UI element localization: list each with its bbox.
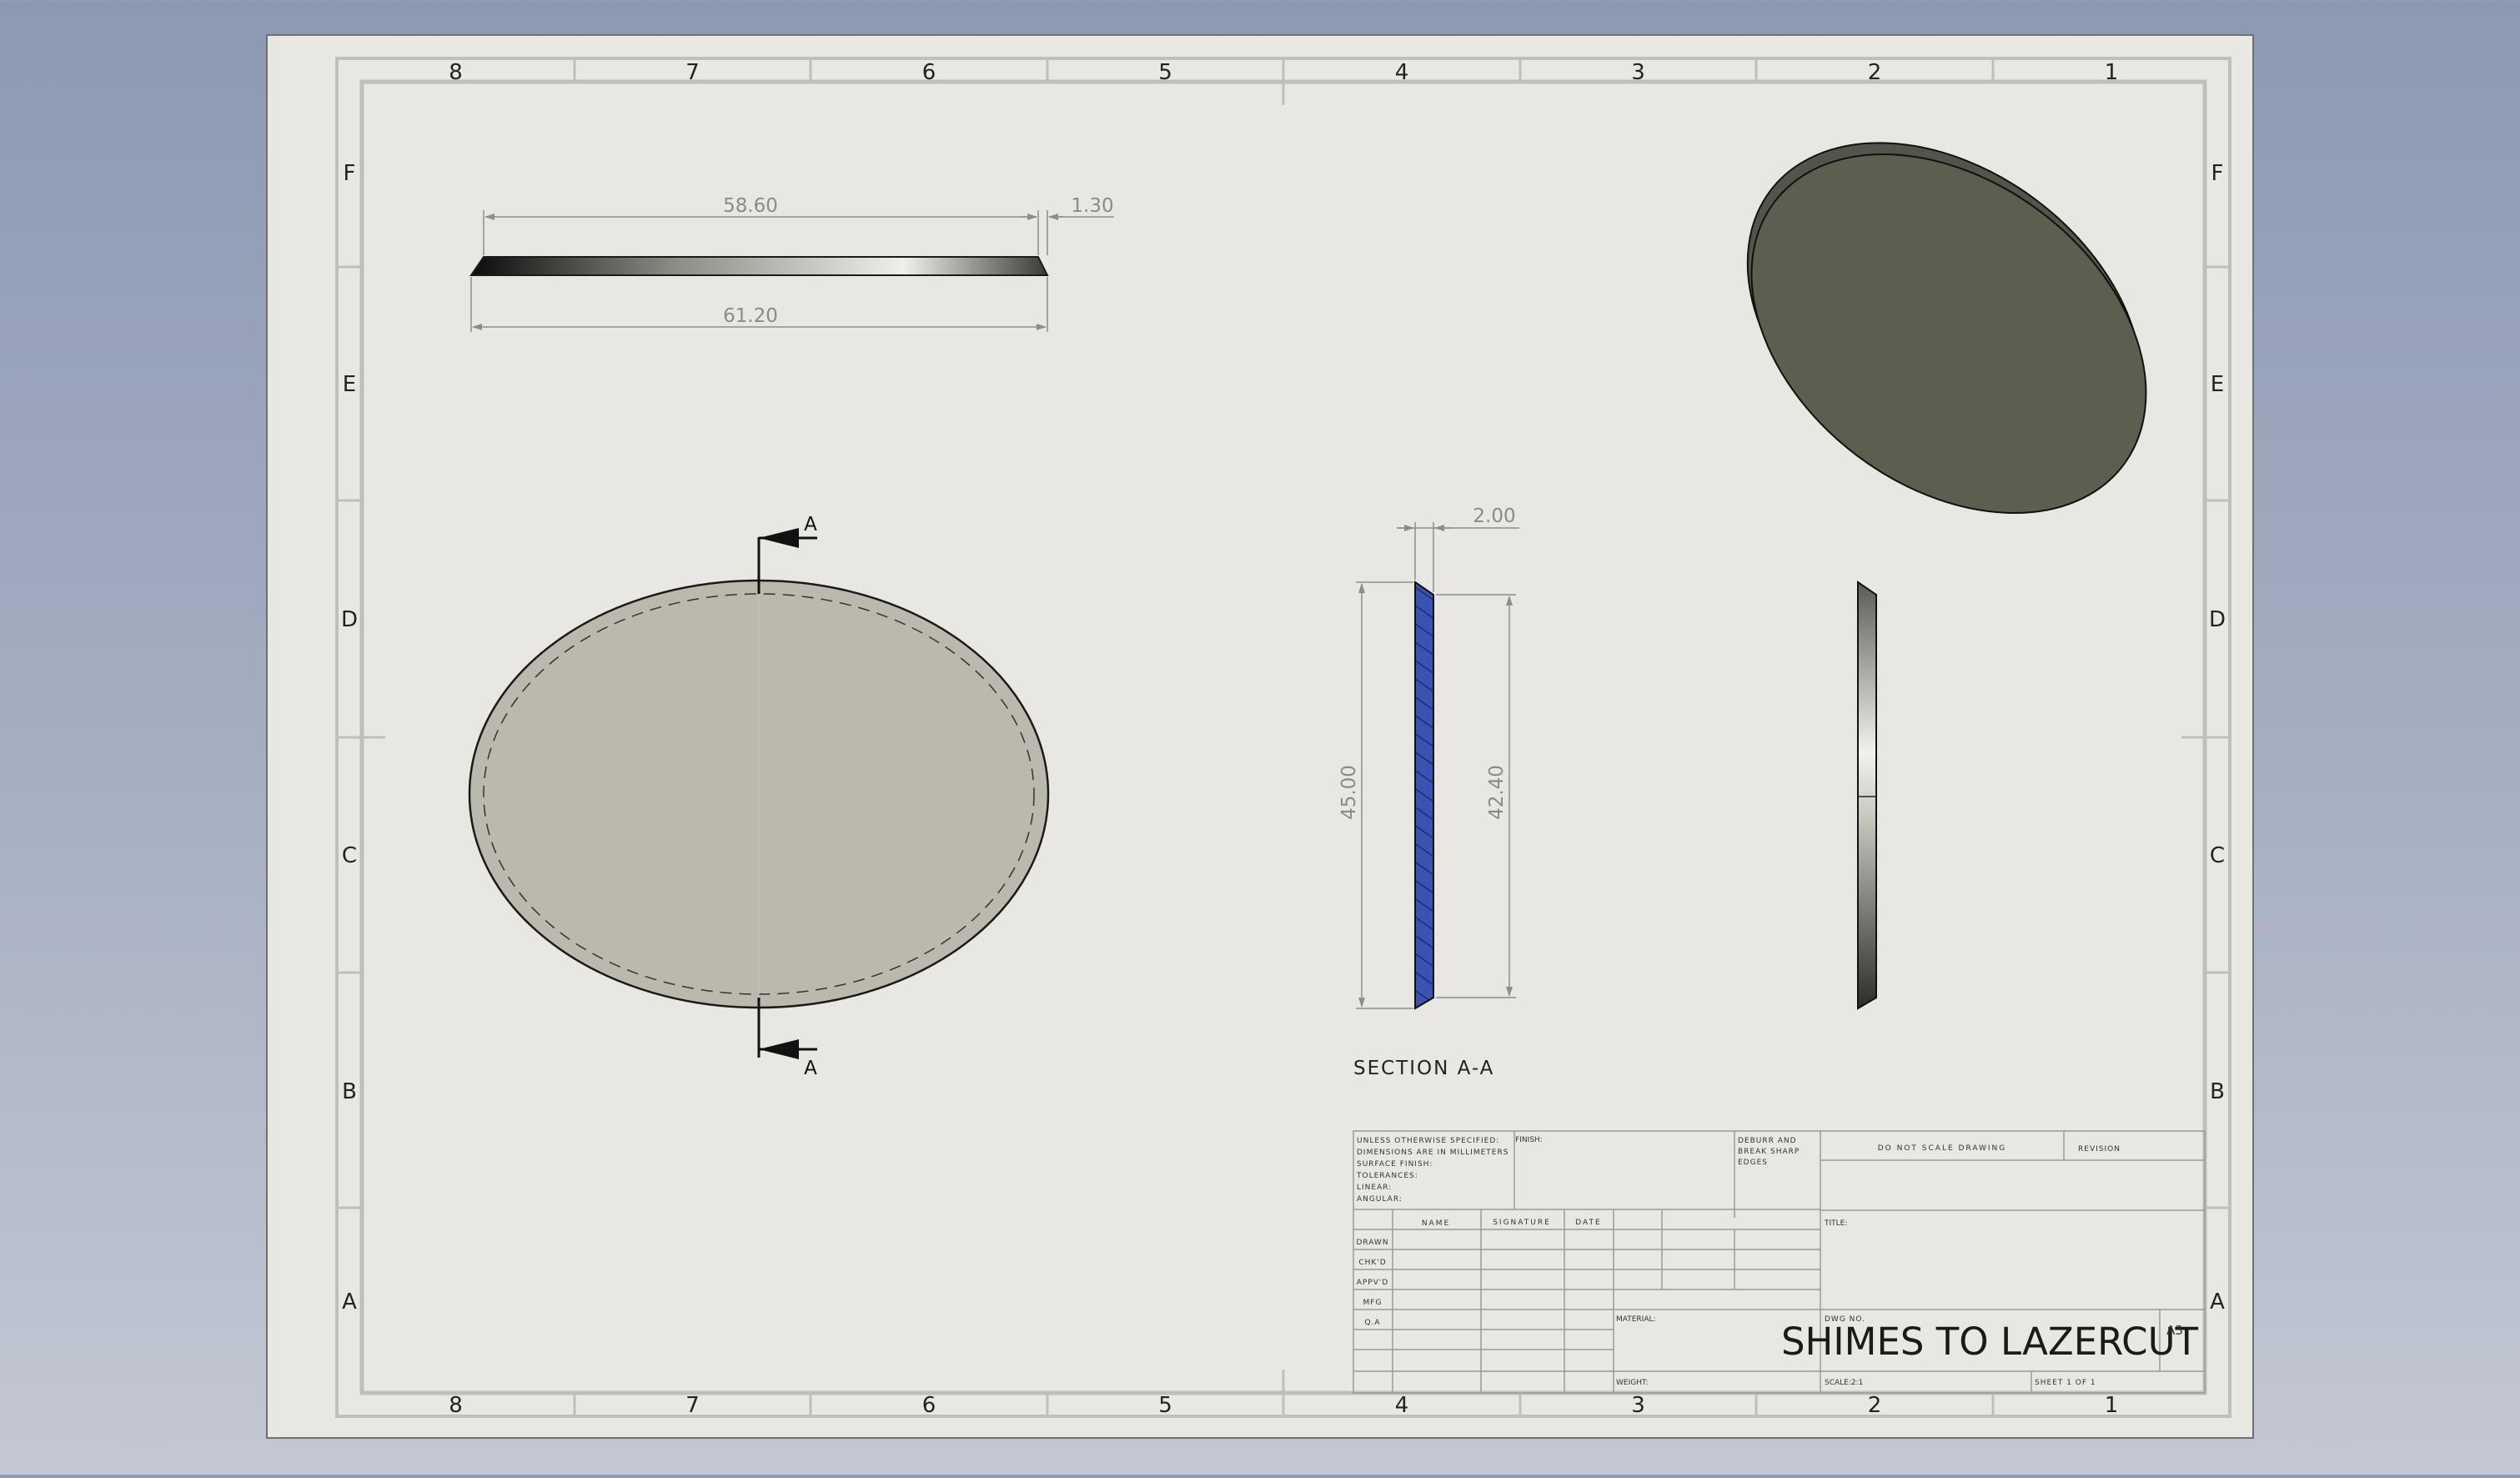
general-note-line: UNLESS OTHERWISE SPECIFIED: (1357, 1137, 1499, 1145)
zone-col-label: 2 (1868, 1393, 1882, 1418)
zone-col-label: 8 (449, 60, 463, 85)
dim-inner-text[interactable]: 42.40 (1486, 765, 1508, 820)
zone-col-label: 2 (1868, 60, 1882, 85)
dim-top-text[interactable]: 58.60 (723, 195, 778, 217)
material-label[interactable]: MATERIAL: (1616, 1315, 1656, 1324)
zone-row-label: F (2211, 161, 2224, 186)
section-letter-top: A (804, 514, 817, 535)
col-date-header: DATE (1575, 1219, 1601, 1227)
zone-col-label: 1 (2105, 1393, 2119, 1418)
weight-label: WEIGHT: (1616, 1379, 1649, 1387)
scale-label[interactable]: SCALE:2:1 (1825, 1379, 1863, 1387)
general-note-line: TOLERANCES: (1356, 1172, 1418, 1180)
zone-col-label: 4 (1395, 60, 1409, 85)
zone-col-label: 4 (1395, 1393, 1409, 1418)
zone-col-label: 7 (685, 1393, 700, 1418)
general-note-line: DIMENSIONS ARE IN MILLIMETERS (1357, 1149, 1508, 1157)
general-note-line: ANGULAR: (1357, 1195, 1403, 1204)
zone-col-label: 5 (1158, 60, 1172, 85)
zone-col-label: 8 (449, 1393, 463, 1418)
approval-row-label: MFG (1363, 1299, 1383, 1307)
dim-outer-text[interactable]: 45.00 (1338, 765, 1360, 820)
col-signature-header: SIGNATURE (1493, 1219, 1551, 1227)
approval-row-label: CHK'D (1358, 1259, 1386, 1267)
do-not-scale-label: DO NOT SCALE DRAWING (1878, 1144, 2007, 1153)
zone-row-label: E (343, 372, 356, 397)
zone-row-label: D (2209, 607, 2226, 632)
sheet-number-label: SHEET 1 OF 1 (2035, 1379, 2096, 1387)
zone-col-label: 6 (922, 1393, 936, 1418)
title-label: TITLE: (1824, 1219, 1847, 1228)
zone-col-label: 3 (1631, 1393, 1645, 1418)
dim-section-thickness-text[interactable]: 2.00 (1473, 505, 1515, 527)
general-note-line: LINEAR: (1357, 1184, 1392, 1192)
zone-col-label: 1 (2105, 60, 2119, 85)
deburr-note-line: BREAK SHARP (1738, 1148, 1800, 1156)
zone-col-label: 5 (1158, 1393, 1172, 1418)
revision-label[interactable]: REVISION (2078, 1145, 2121, 1154)
shim-edge-profile[interactable] (469, 256, 1049, 276)
zone-row-label: B (342, 1079, 357, 1104)
approval-row-label: APPV'D (1357, 1279, 1389, 1287)
zone-col-label: 7 (685, 60, 700, 85)
shim-side-profile[interactable] (1857, 581, 1877, 1010)
sheet-size: A3 (2166, 1323, 2183, 1338)
dim-thickness-text[interactable]: 1.30 (1071, 195, 1113, 217)
drawing-viewport[interactable]: 8877665544332211FFEEDDCCBBAA 58.60 1.30 … (0, 0, 2520, 1475)
general-note-line: SURFACE FINISH: (1357, 1160, 1433, 1169)
drawing-title[interactable]: SHIMES TO LAZERCUT (1781, 1320, 2199, 1364)
finish-label: FINISH: (1515, 1136, 1543, 1144)
drawing-sheet[interactable]: 8877665544332211F FE ED DC CB BA A 58.60 1.30 … (0, 0, 2520, 1475)
zone-col-label: 3 (1631, 60, 1645, 85)
section-profile[interactable] (1414, 581, 1434, 1010)
side-view[interactable] (1857, 581, 1877, 1010)
zone-row-label: A (342, 1289, 357, 1315)
col-name-header: NAME (1422, 1219, 1450, 1228)
zone-col-label: 6 (922, 60, 936, 85)
approval-row-label: DRAWN (1356, 1239, 1388, 1247)
zone-row-label: D (341, 607, 358, 632)
zone-row-label: F (344, 161, 356, 186)
zone-row-label: C (2210, 843, 2225, 868)
zone-row-label: E (2211, 372, 2224, 397)
deburr-note-line: DEBURR AND (1738, 1137, 1797, 1145)
section-letter-bottom: A (804, 1058, 817, 1079)
section-label: SECTION A-A (1353, 1058, 1494, 1079)
zone-row-label: A (2210, 1289, 2225, 1315)
zone-row-label: C (342, 843, 357, 868)
deburr-note-line: EDGES (1738, 1159, 1768, 1167)
dim-bottom-text[interactable]: 61.20 (723, 305, 778, 327)
approval-row-label: Q.A (1364, 1319, 1380, 1327)
zone-row-label: B (2210, 1079, 2225, 1104)
